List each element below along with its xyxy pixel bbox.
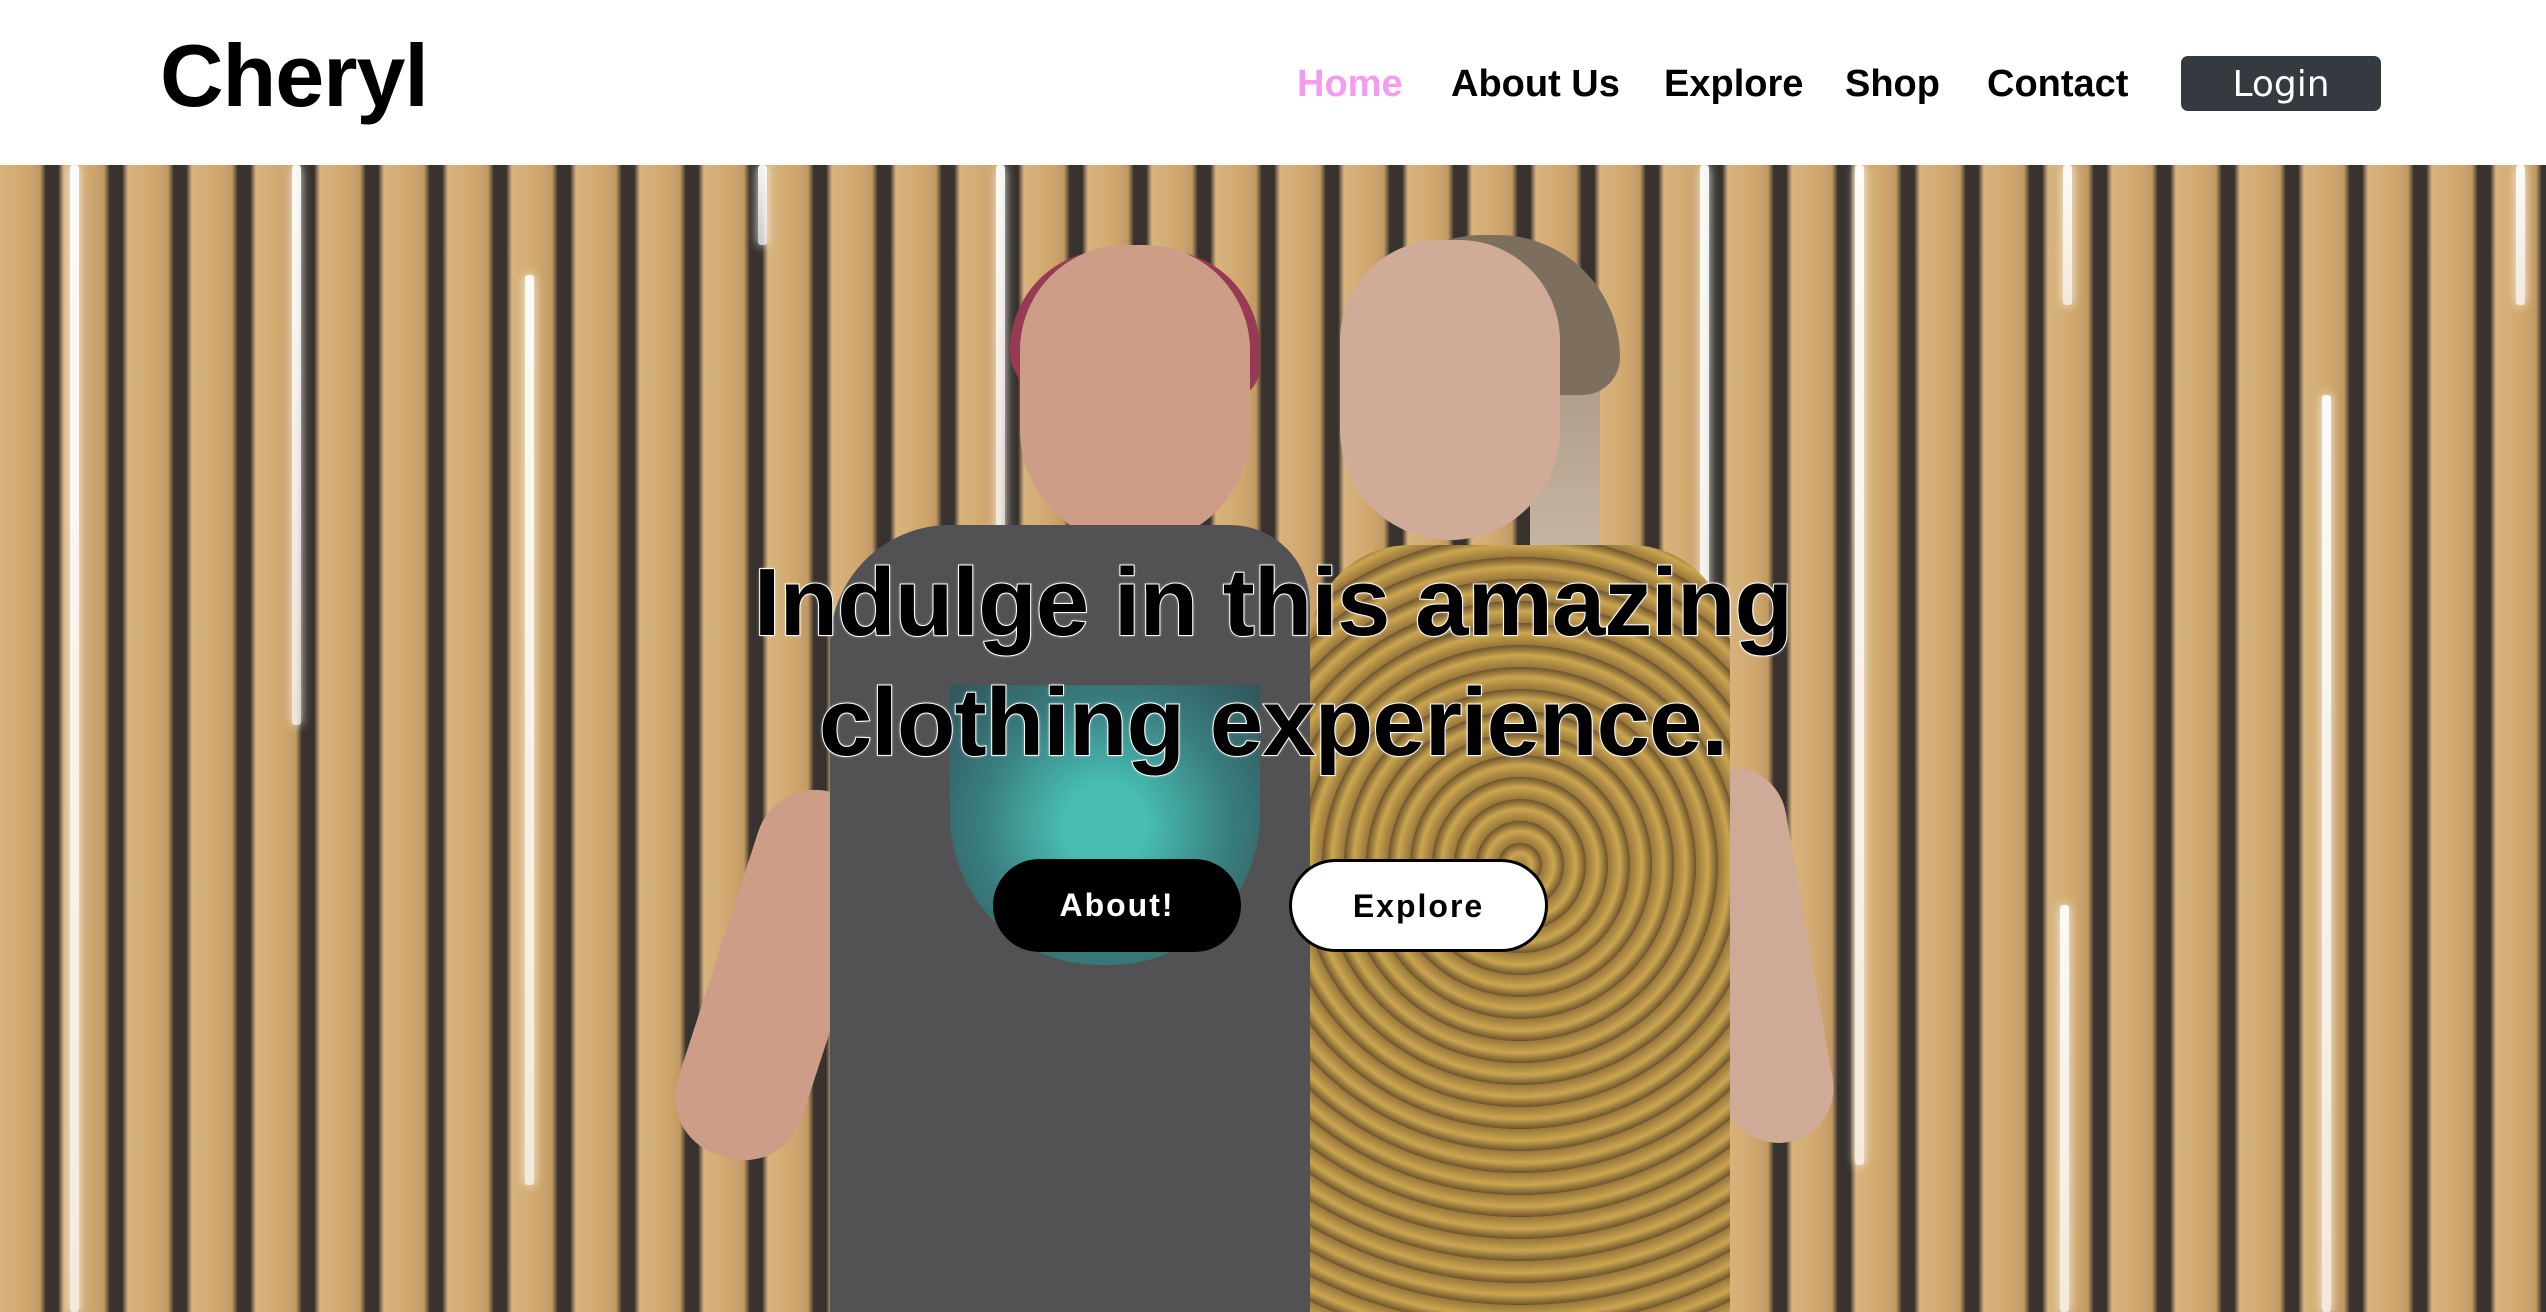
nav-link-about-us[interactable]: About Us <box>1451 60 1620 108</box>
about-button[interactable]: About! <box>993 859 1241 952</box>
login-button[interactable]: Login <box>2181 56 2381 111</box>
nav-link-contact[interactable]: Contact <box>1987 60 2128 108</box>
site-header: Cheryl Home About Us Explore Shop Contac… <box>0 0 2546 165</box>
hero-headline: Indulge in this amazing clothing experie… <box>0 543 2546 783</box>
explore-button[interactable]: Explore <box>1289 859 1548 952</box>
nav-link-shop[interactable]: Shop <box>1845 60 1940 108</box>
nav-link-explore[interactable]: Explore <box>1664 60 1803 108</box>
hero-section: Indulge in this amazing clothing experie… <box>0 165 2546 1312</box>
main-nav: Home About Us Explore Shop Contact <box>0 60 2546 110</box>
hero-headline-line-2: clothing experience. <box>818 668 1729 777</box>
hero-headline-line-1: Indulge in this amazing <box>753 548 1794 657</box>
nav-link-home[interactable]: Home <box>1297 60 1403 108</box>
